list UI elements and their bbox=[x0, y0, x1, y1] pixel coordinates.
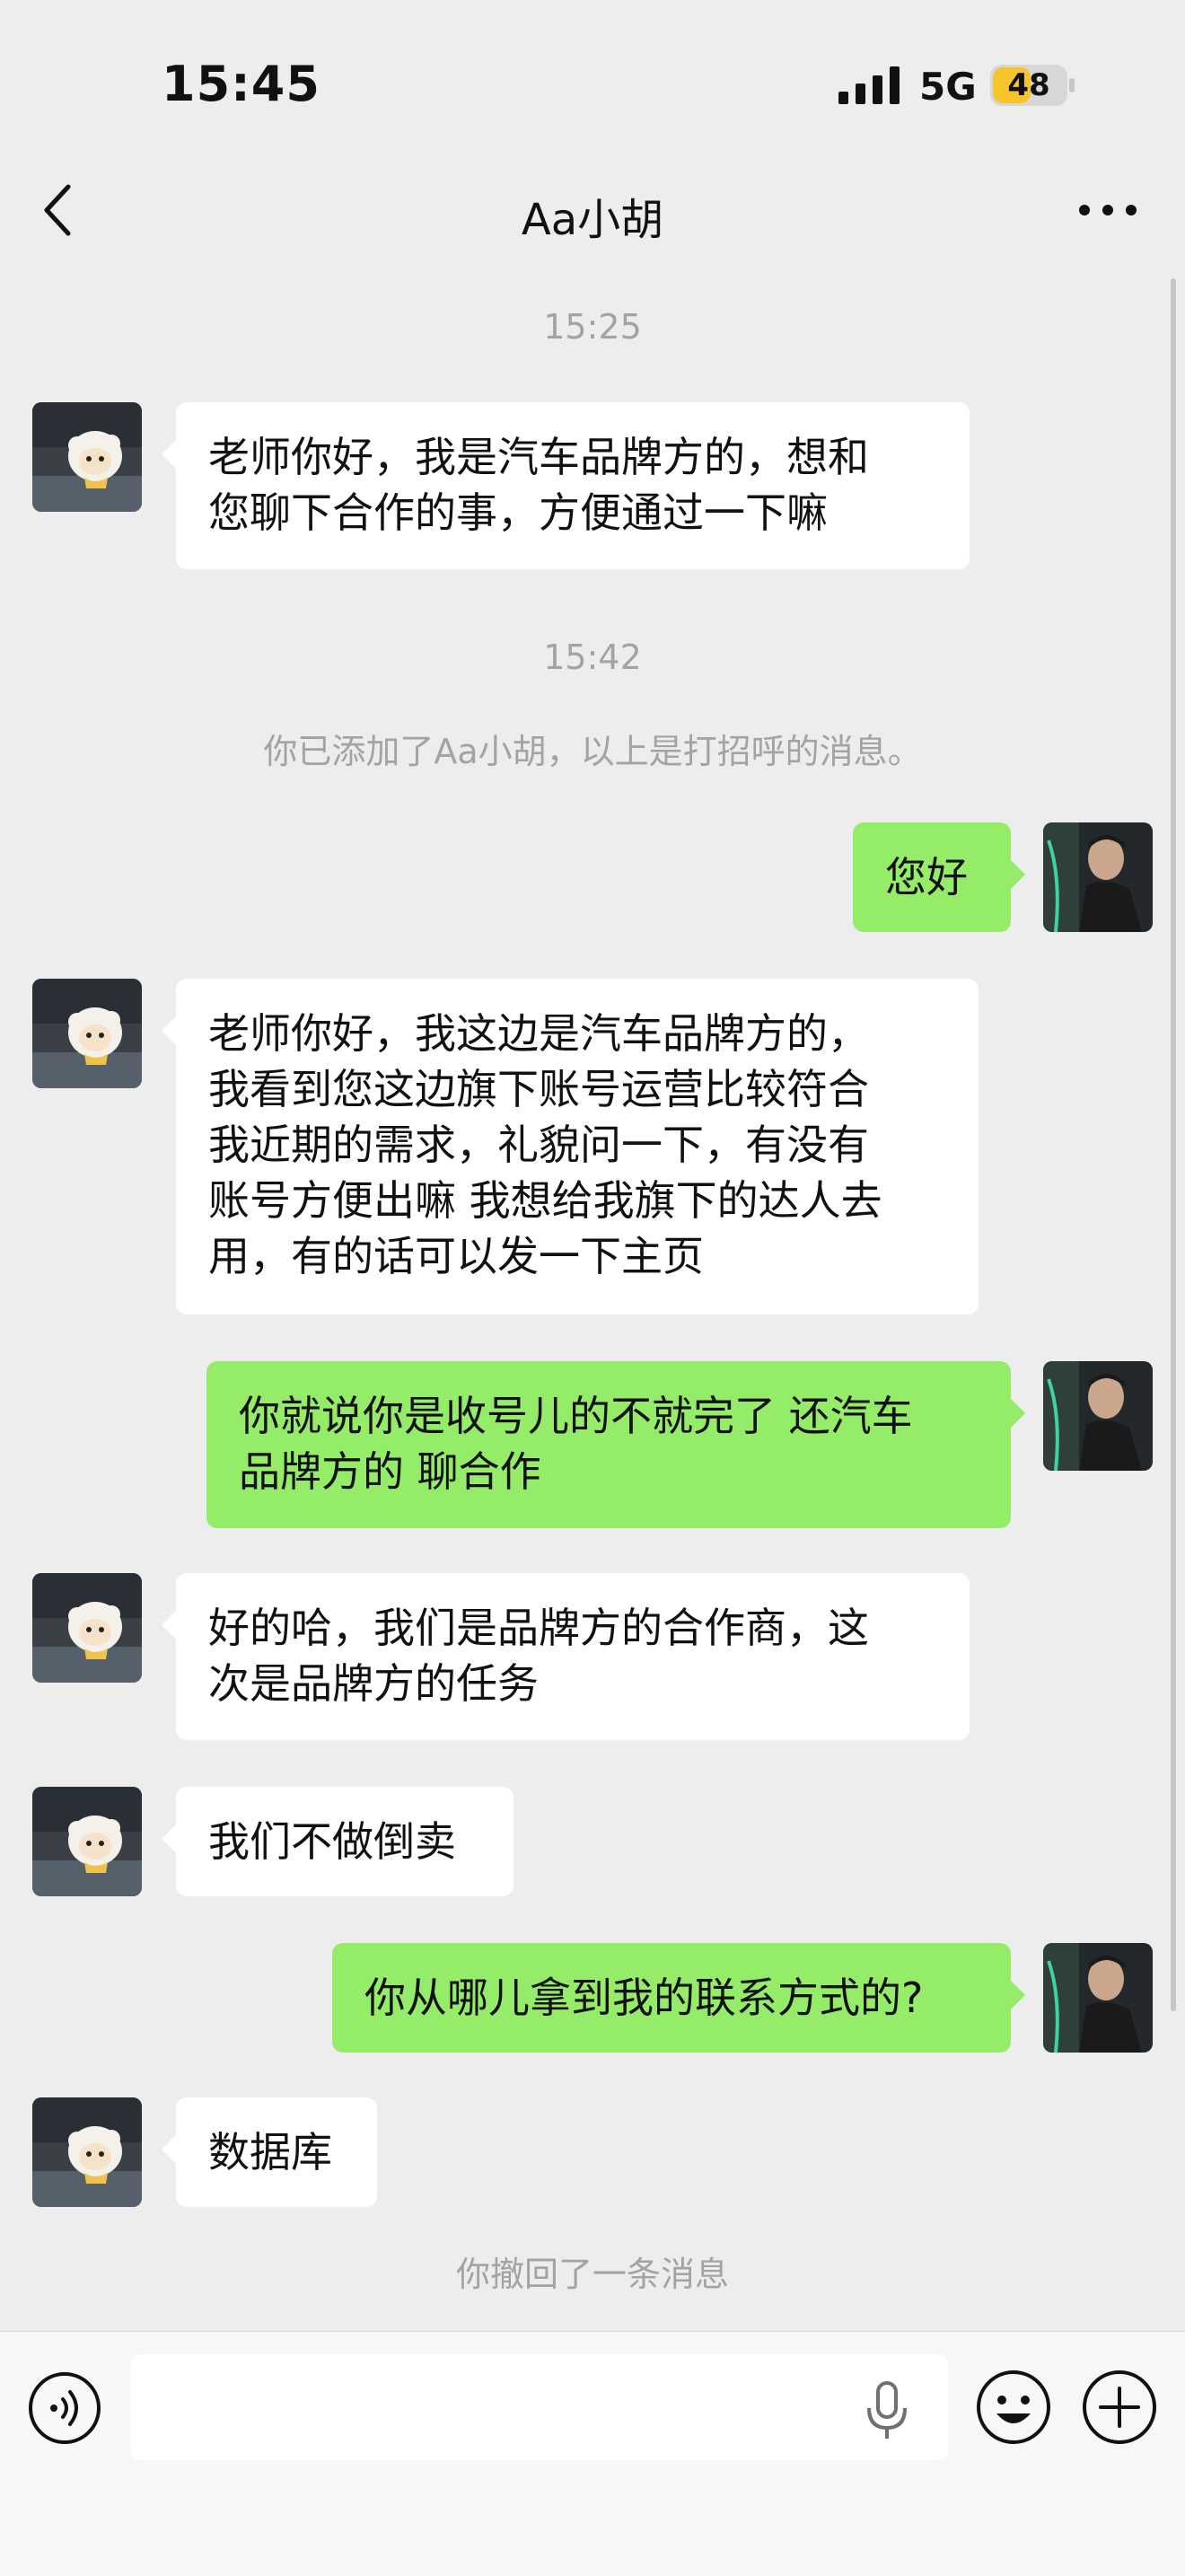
more-options-icon[interactable] bbox=[1075, 192, 1140, 228]
signal-icon bbox=[838, 66, 900, 104]
outgoing-message[interactable]: 你就说你是收号儿的不就完了 还汽车 品牌方的 聊合作 bbox=[206, 1361, 1011, 1528]
bubble-tail bbox=[1011, 1399, 1025, 1428]
emoji-icon[interactable] bbox=[975, 2369, 1052, 2446]
battery-level: 48 bbox=[1007, 67, 1050, 103]
contact-avatar[interactable] bbox=[32, 979, 142, 1088]
incoming-message[interactable]: 好的哈，我们是品牌方的合作商，这 次是品牌方的任务 bbox=[176, 1573, 970, 1740]
system-notice: 你已添加了Aa小胡，以上是打招呼的消息。 bbox=[263, 732, 922, 771]
incoming-message[interactable]: 老师你好，我是汽车品牌方的，想和 您聊下合作的事，方便通过一下嘛 bbox=[176, 402, 970, 569]
chat-title: Aa小胡 bbox=[521, 195, 664, 245]
timestamp: 15:25 bbox=[543, 307, 642, 347]
plus-icon[interactable] bbox=[1081, 2369, 1158, 2446]
message-input[interactable] bbox=[131, 2354, 948, 2460]
bubble-tail bbox=[1011, 1981, 1025, 2009]
user-photo-avatar-icon bbox=[1043, 1361, 1153, 1471]
status-time: 15:45 bbox=[162, 56, 320, 112]
contact-avatar[interactable] bbox=[32, 1787, 142, 1896]
sheep-avatar-icon bbox=[32, 1573, 142, 1683]
sheep-avatar-icon bbox=[32, 402, 142, 512]
incoming-message[interactable]: 数据库 bbox=[176, 2097, 377, 2207]
bubble-tail bbox=[162, 1611, 176, 1640]
bubble-tail bbox=[1011, 860, 1025, 889]
sheep-avatar-icon bbox=[32, 2097, 142, 2207]
user-photo-avatar-icon bbox=[1043, 822, 1153, 932]
contact-avatar[interactable] bbox=[32, 1573, 142, 1683]
timestamp: 15:42 bbox=[543, 637, 642, 677]
bubble-tail bbox=[162, 440, 176, 469]
voice-icon[interactable] bbox=[27, 2370, 102, 2446]
scrollbar[interactable] bbox=[1171, 278, 1176, 2011]
bubble-tail bbox=[162, 1824, 176, 1853]
sheep-avatar-icon bbox=[32, 979, 142, 1088]
user-photo-avatar-icon bbox=[1043, 1943, 1153, 2053]
my-avatar[interactable] bbox=[1043, 1943, 1153, 2053]
sheep-avatar-icon bbox=[32, 1787, 142, 1896]
incoming-message[interactable]: 老师你好，我这边是汽车品牌方的， 我看到您这边旗下账号运营比较符合 我近期的需求… bbox=[176, 979, 979, 1314]
outgoing-message[interactable]: 你从哪儿拿到我的联系方式的? bbox=[332, 1943, 1011, 2053]
my-avatar[interactable] bbox=[1043, 822, 1153, 932]
battery-indicator: 48 bbox=[989, 61, 1075, 110]
outgoing-message[interactable]: 您好 bbox=[853, 822, 1011, 932]
network-type: 5G bbox=[919, 65, 977, 109]
mic-icon[interactable] bbox=[862, 2379, 912, 2442]
incoming-message[interactable]: 我们不做倒卖 bbox=[176, 1787, 514, 1896]
bubble-tail bbox=[162, 1016, 176, 1045]
contact-avatar[interactable] bbox=[32, 2097, 142, 2207]
contact-avatar[interactable] bbox=[32, 402, 142, 512]
recall-notice: 你撤回了一条消息 bbox=[455, 2255, 729, 2294]
my-avatar[interactable] bbox=[1043, 1361, 1153, 1471]
bubble-tail bbox=[162, 2135, 176, 2164]
